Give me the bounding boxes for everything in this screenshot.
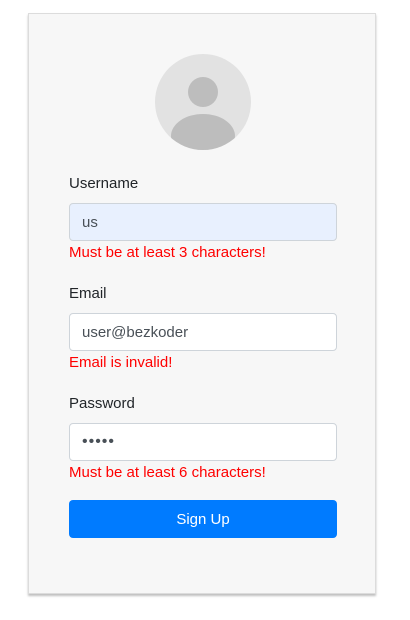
email-error: Email is invalid! [69,354,173,371]
username-input[interactable] [69,203,337,241]
password-label: Password [69,395,135,412]
email-label: Email [69,285,107,302]
email-input[interactable] [69,313,337,351]
username-error: Must be at least 3 characters! [69,244,266,261]
password-error: Must be at least 6 characters! [69,464,266,481]
username-label: Username [69,175,139,192]
password-input[interactable] [69,423,337,461]
avatar [155,54,251,150]
user-silhouette-icon [171,77,235,150]
signup-card: Username Must be at least 3 characters! … [28,13,376,594]
sign-up-button[interactable]: Sign Up [69,500,337,538]
